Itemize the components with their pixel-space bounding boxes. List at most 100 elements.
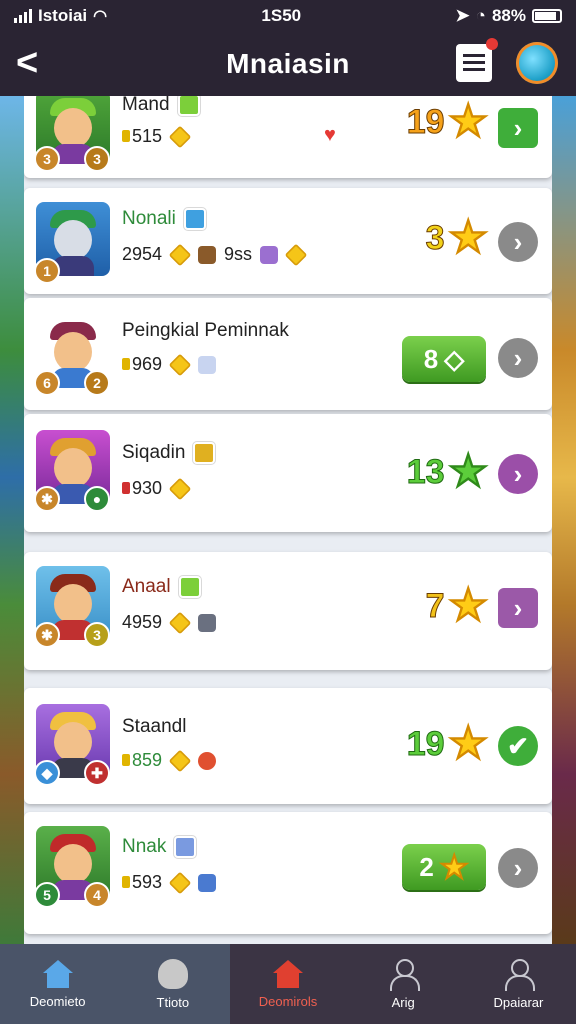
carrier-label: Istoiai: [38, 6, 88, 25]
list-item[interactable]: ✱ 3 Anaal 4959 7 ★ ›: [24, 552, 552, 670]
notification-dot: [486, 38, 498, 50]
list-item[interactable]: 6 2 Peingkial Peminnak 969 8 ◇ ›: [24, 298, 552, 410]
coin-icon: [168, 611, 192, 634]
signal-icon: [14, 9, 32, 23]
bag-icon: ●: [92, 491, 102, 507]
game-background-left: [0, 96, 24, 944]
player-name: Nnak: [122, 836, 197, 858]
status-time: 1S50: [261, 6, 302, 25]
open-button[interactable]: ›: [498, 454, 538, 494]
status-left: Istoiai ◠: [14, 6, 107, 26]
list-item[interactable]: 1 Nonali 2954 9ss 3 ★ ›: [24, 188, 552, 294]
rank-badge: 3: [84, 622, 110, 648]
open-button[interactable]: ›: [498, 848, 538, 888]
player-stats: 859: [122, 749, 217, 772]
location-icon: ➤: [455, 6, 470, 25]
player-stats: 593: [122, 871, 217, 894]
nav-item-account[interactable]: Dpaiarar: [461, 944, 576, 1024]
home-icon: [273, 959, 303, 988]
open-button[interactable]: ›: [498, 222, 538, 262]
status-bar: Istoiai ◠ 1S50 ➤ ◔ 88%: [0, 0, 576, 32]
avatar: ✱ 3: [34, 566, 110, 648]
player-name: Mand: [122, 96, 200, 116]
open-button[interactable]: ›: [498, 108, 538, 148]
rank-badge: ✚: [84, 760, 110, 786]
nav-item-home-red[interactable]: Deomirols: [230, 944, 345, 1024]
fish-icon: [198, 873, 217, 892]
coin-icon: [168, 125, 192, 148]
coin-icon: [168, 871, 192, 894]
reward-button[interactable]: 2 ★: [402, 844, 486, 890]
avatar: 3 3: [34, 96, 110, 172]
reward-button[interactable]: 8 ◇: [402, 336, 486, 382]
arrow-right-icon: ›: [513, 226, 523, 257]
heart-icon: ♥: [324, 124, 336, 146]
nav-item-profile[interactable]: Arig: [346, 944, 461, 1024]
fruit-icon: [198, 751, 217, 770]
completed-button[interactable]: ✔: [498, 726, 538, 766]
shield-icon: ◆: [41, 764, 53, 781]
lock-icon: ✱: [41, 490, 53, 507]
level-badge: 6: [34, 370, 60, 396]
avatar: 6 2: [34, 314, 110, 396]
globe-button[interactable]: [516, 42, 558, 84]
rank-badge: ●: [84, 486, 110, 512]
player-stats: 4959: [122, 611, 217, 634]
chest-icon: [198, 613, 217, 632]
tag-icon: [177, 96, 200, 116]
level-badge: 1: [34, 258, 60, 284]
level-badge: ◆: [34, 760, 60, 786]
player-stats: 2954 9ss: [122, 243, 308, 266]
list-item[interactable]: 5 4 Nnak 593 2 ★ ›: [24, 812, 552, 934]
open-button[interactable]: ›: [498, 338, 538, 378]
battery-icon: [531, 9, 562, 23]
gem-icon: [260, 245, 279, 264]
chevron-left-icon: <: [16, 42, 39, 84]
coin-icon: [168, 749, 192, 772]
shield-icon: [157, 958, 188, 989]
list-item[interactable]: ✱ ● Siqadin 930 13 ★ ›: [24, 414, 552, 532]
chest-icon: [198, 245, 217, 264]
player-list[interactable]: 3 3 Mand 515 ♥ 19 ★ › 1 Nonali 2954 9ss …: [24, 96, 552, 944]
nav-item-shield[interactable]: Ttioto: [115, 944, 231, 1024]
player-name: Nonali: [122, 208, 206, 230]
battery-percent: 88%: [491, 6, 526, 25]
open-button[interactable]: ›: [498, 588, 538, 628]
arrow-right-icon: ›: [513, 342, 523, 373]
star-icon: ★: [448, 581, 488, 630]
player-stats: 515: [122, 125, 192, 148]
star-icon: ★: [448, 213, 488, 262]
app-header: < Mnaiasin: [0, 32, 576, 96]
home-icon: [42, 959, 73, 988]
player-stats: 930: [122, 477, 192, 500]
person-icon: [503, 958, 536, 991]
tag-icon: [178, 576, 201, 598]
notes-button[interactable]: [456, 38, 498, 82]
tag-icon: [174, 836, 197, 858]
arrow-right-icon: ›: [513, 592, 523, 623]
player-name: Anaal: [122, 576, 201, 598]
star-icon: ★: [448, 97, 488, 146]
bottom-nav: Deomieto Ttioto Deomirols Arig Dpaiarar: [0, 944, 576, 1024]
status-right: ➤ ◔ 88%: [455, 6, 562, 26]
arrow-right-icon: ›: [513, 458, 523, 489]
player-name: Siqadin: [122, 442, 216, 464]
avatar: 1: [34, 202, 110, 284]
avatar: 5 4: [34, 826, 110, 908]
star-icon: ★: [439, 849, 469, 886]
star-icon: ★: [448, 719, 488, 768]
cross-icon: ✚: [91, 764, 103, 781]
list-item[interactable]: 3 3 Mand 515 ♥ 19 ★ ›: [24, 96, 552, 178]
back-button[interactable]: <: [16, 44, 52, 84]
arrow-right-icon: ›: [513, 112, 523, 143]
player-stats: 969: [122, 353, 217, 376]
score: 13 ★: [406, 447, 488, 496]
gem-icon: [198, 355, 217, 374]
rank-badge: 4: [84, 882, 110, 908]
coin-icon: [168, 243, 192, 266]
nav-item-home[interactable]: Deomieto: [0, 944, 116, 1024]
list-item[interactable]: ◆ ✚ Staandl 859 19 ★ ✔: [24, 688, 552, 804]
coin-icon: [168, 477, 192, 500]
player-name: Staandl: [122, 716, 187, 737]
alarm-icon: ◔: [475, 6, 486, 25]
